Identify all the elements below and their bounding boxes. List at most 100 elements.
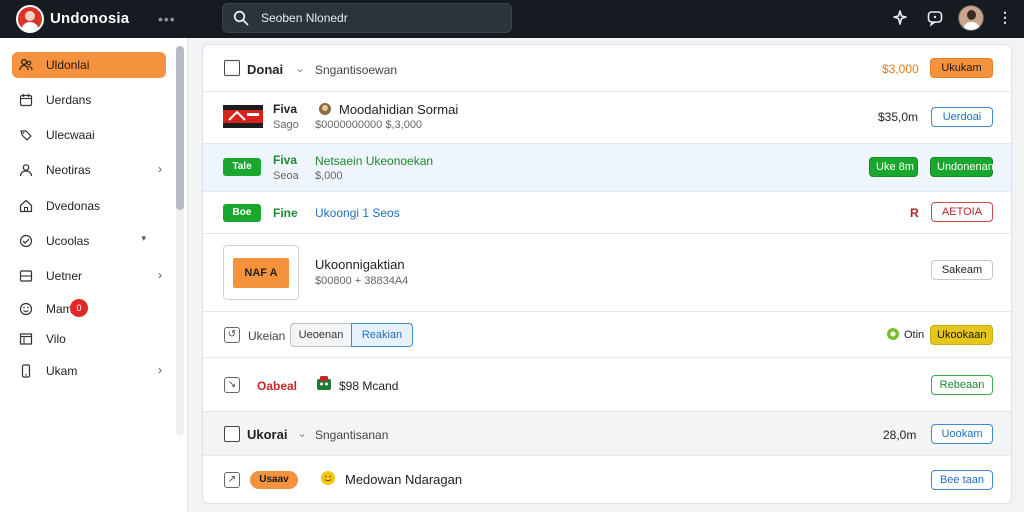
brand-sub: Sago: [273, 119, 299, 131]
product-sub: $0000000000 $,3,000: [315, 119, 423, 131]
top-bar: Undonosia ••• Seoben Nlonedr ⋮: [0, 0, 1024, 38]
link-icon: [20, 130, 32, 141]
chevron-right-icon: ›: [158, 162, 162, 176]
sidebar-item-0[interactable]: Uldonlai: [12, 52, 166, 78]
group-title: Ukorai: [247, 427, 288, 442]
sidebar-item-6[interactable]: Uetner ›: [12, 263, 166, 289]
table-row[interactable]: Donai ⌄ Sngantisoewan $3,000 Ukukam: [203, 45, 1011, 92]
group-title: Donai: [247, 62, 284, 77]
sidebar-item-9[interactable]: Ukam ›: [12, 358, 166, 384]
chevron-down-icon[interactable]: ⌄: [297, 426, 307, 440]
brand-logo-image: [223, 105, 263, 128]
smiley-icon: [321, 471, 335, 485]
product-title: Ukoongi 1 Seos: [315, 206, 400, 220]
table-row[interactable]: ↺ Ukeian Ueoenan Reakian Otin Ukookaan: [203, 312, 1011, 358]
action-button[interactable]: Rebeaan: [931, 375, 993, 395]
action-button[interactable]: Ukookaan: [930, 325, 993, 345]
status-tag: Tale: [223, 158, 261, 176]
action-button[interactable]: AETOIA: [931, 202, 993, 222]
thumbnail-label: NAF A: [233, 258, 289, 288]
refresh-icon[interactable]: ↺: [224, 327, 240, 343]
amount: R: [910, 206, 919, 220]
brand-name: Fiva: [273, 102, 298, 116]
table-row[interactable]: Tale Fiva Seoa Netsaein Ukeonoekan $,000…: [203, 144, 1011, 192]
brand-name: Fiva: [273, 153, 298, 167]
product-title: $98 Mcand: [339, 379, 399, 393]
row-checkbox[interactable]: [224, 426, 240, 442]
table-row[interactable]: Boe Fine Ukoongi 1 Seos R AETOIA: [203, 192, 1011, 234]
table-row[interactable]: NAF A Ukoonnigaktian $00800 + 38834A4 Sa…: [203, 234, 1011, 312]
expand-icon[interactable]: ↗: [224, 472, 240, 488]
sidebar-item-label: Neotiras: [46, 163, 91, 177]
sidebar-item-3[interactable]: Neotiras ›: [12, 157, 166, 183]
amount: 28,0m: [883, 428, 917, 442]
sidebar-item-label: Uerdans: [46, 93, 92, 107]
action-button[interactable]: Undonenan: [930, 157, 994, 177]
sidebar: Uldonlai Uerdans Ulecwaai Neotiras › Dve…: [0, 38, 188, 512]
globe-icon: [19, 234, 33, 248]
status-badge: Uke 8m: [869, 157, 918, 177]
sparkle-icon[interactable]: [891, 9, 909, 27]
chevron-down-icon[interactable]: ⌄: [295, 61, 305, 75]
smile-icon: [19, 302, 33, 316]
sidebar-item-2[interactable]: Ulecwaai: [12, 122, 166, 148]
group-subtitle: Sngantisanan: [315, 428, 389, 442]
kebab-menu-icon[interactable]: ⋮: [998, 9, 1012, 26]
sidebar-item-5[interactable]: Ucoolas ▾: [12, 228, 166, 254]
table-row[interactable]: Fiva Sago Moodahidian Sormai $0000000000…: [203, 92, 1011, 144]
table-row[interactable]: ↗ Usaav Medowan Ndaragan Bee taan: [203, 456, 1011, 503]
notification-badge: 0: [70, 299, 88, 317]
sidebar-item-7[interactable]: Mam 0: [12, 296, 166, 322]
scrollbar-thumb[interactable]: [176, 46, 184, 210]
sidebar-item-label: Ulecwaai: [46, 128, 95, 142]
sidebar-item-label: Uldonlai: [46, 58, 90, 72]
product-thumbnail[interactable]: NAF A: [223, 245, 299, 300]
home-icon: [19, 199, 33, 213]
action-button[interactable]: Sakeam: [931, 260, 993, 280]
brand-name: Fine: [273, 206, 298, 220]
segment-option-active[interactable]: Reakian: [351, 323, 413, 347]
app-name: Undonosia: [50, 10, 130, 27]
row-checkbox[interactable]: [224, 60, 240, 76]
user-avatar[interactable]: [958, 5, 984, 31]
table-row[interactable]: Ukorai ⌄ Sngantisanan 28,0m Uookam: [203, 412, 1011, 456]
action-button[interactable]: Bee taan: [931, 470, 993, 490]
chat-icon[interactable]: [926, 9, 944, 27]
action-button[interactable]: Ukukam: [930, 58, 993, 78]
product-sub: $00800 + 38834A4: [315, 275, 409, 287]
user-icon: [19, 164, 33, 177]
emoji-icon: [319, 103, 331, 115]
segment-option[interactable]: Ueoenan: [290, 323, 352, 347]
grid-icon: [19, 270, 33, 282]
amount: $3,000: [882, 62, 919, 76]
product-title: Ukoonnigaktian: [315, 257, 405, 272]
table-row[interactable]: ↘ Oabeal $98 Mcand Rebeaan: [203, 358, 1011, 412]
phone-icon: [21, 364, 31, 378]
more-dots-icon[interactable]: •••: [158, 11, 176, 27]
window-icon: [19, 333, 33, 345]
product-title: Medowan Ndaragan: [345, 472, 463, 487]
product-title: Moodahidian Sormai: [339, 102, 459, 117]
amount: $35,0m: [878, 110, 919, 124]
search-input[interactable]: Seoben Nlonedr: [261, 11, 348, 25]
sidebar-item-label: Vilo: [46, 332, 66, 346]
sidebar-item-1[interactable]: Uerdans: [12, 87, 166, 113]
sidebar-item-label: Uetner: [46, 269, 83, 283]
expand-icon[interactable]: ↘: [224, 377, 240, 393]
product-sub: $,000: [315, 170, 343, 182]
caret-down-icon: ▾: [141, 233, 146, 243]
action-button[interactable]: Uookam: [931, 424, 993, 444]
action-button[interactable]: Uerdoai: [931, 107, 993, 127]
chevron-right-icon: ›: [158, 268, 162, 282]
status-text: Otin: [904, 329, 925, 341]
row-label: Ukeian: [248, 329, 286, 343]
row-label: Oabeal: [257, 379, 298, 393]
product-title: Netsaein Ukeonoekan: [315, 154, 434, 168]
search-bar[interactable]: Seoben Nlonedr: [222, 3, 512, 33]
sidebar-item-8[interactable]: Vilo: [12, 326, 166, 352]
app-logo[interactable]: [16, 5, 44, 33]
people-icon: [19, 58, 33, 71]
sidebar-item-4[interactable]: Dvedonas: [12, 193, 166, 219]
calendar-icon: [19, 94, 33, 107]
sidebar-item-label: Ukam: [46, 364, 78, 378]
